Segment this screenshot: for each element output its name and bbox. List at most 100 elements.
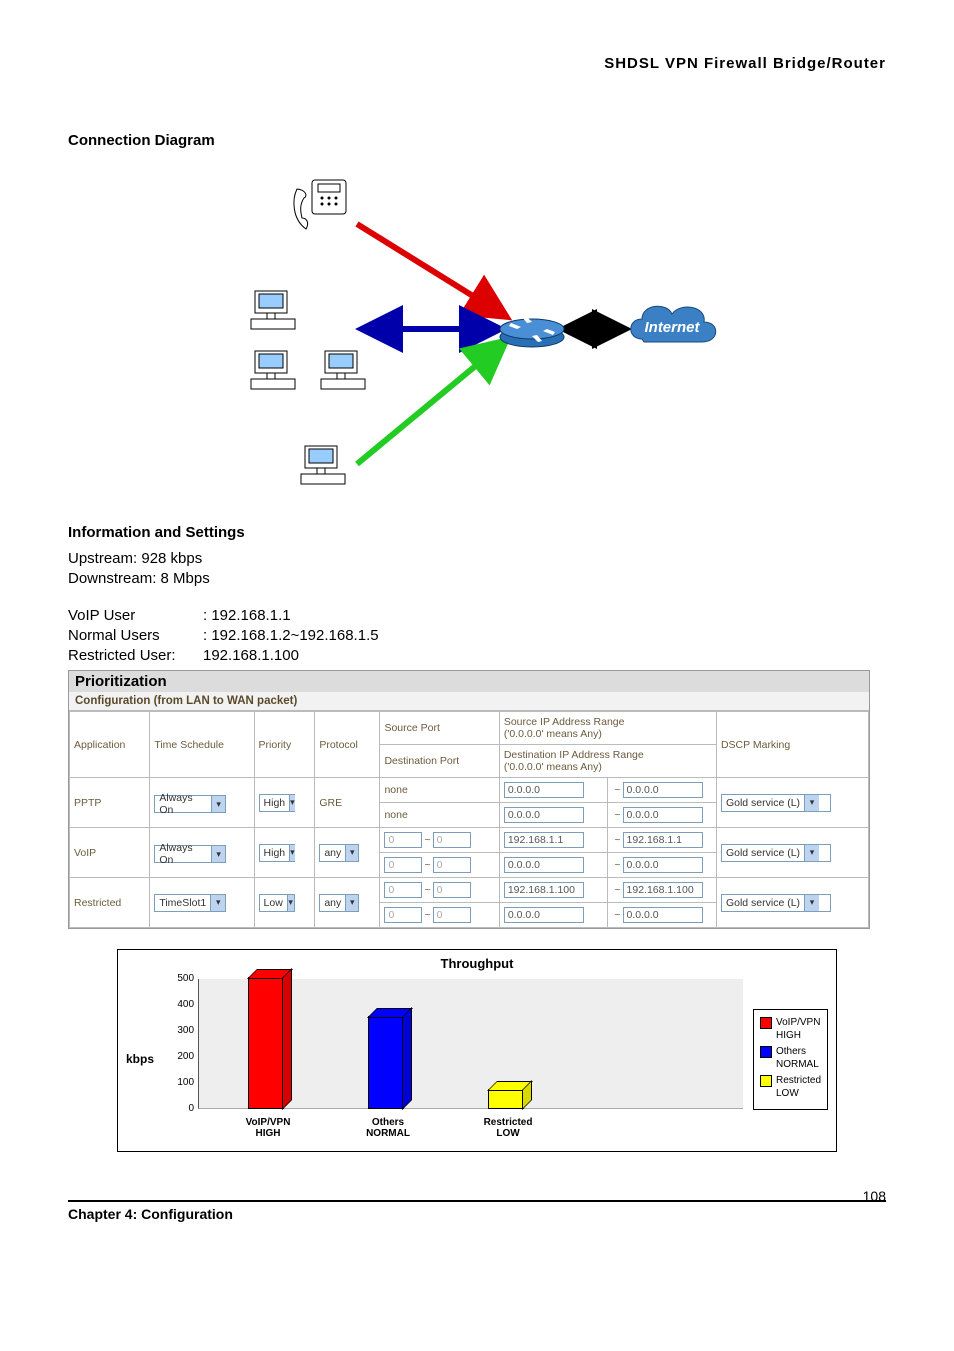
pc-icon xyxy=(247,349,299,397)
internet-cloud: Internet xyxy=(622,294,722,354)
chart-title: Throughput xyxy=(126,956,828,971)
text-input[interactable]: 0 xyxy=(433,882,471,898)
xlabel: OthersNORMAL xyxy=(348,1117,428,1139)
select[interactable]: Gold service (L)▾ xyxy=(721,794,831,812)
restricted-user-label: Restricted User: xyxy=(68,646,203,666)
text-input[interactable]: 0 xyxy=(433,857,471,873)
cell-src-port: 0~0 xyxy=(380,878,499,903)
page-number: 108 xyxy=(863,1188,886,1204)
chevron-down-icon: ▾ xyxy=(211,846,225,862)
xlabel: RestrictedLOW xyxy=(468,1117,548,1139)
voip-user-value: : 192.168.1.1 xyxy=(203,606,291,626)
prioritization-panel: Prioritization Configuration (from LAN t… xyxy=(68,670,870,929)
text-input[interactable]: 0 xyxy=(384,832,422,848)
th-application: Application xyxy=(70,712,150,778)
text-input[interactable]: 192.168.1.1 xyxy=(623,832,703,848)
text-input[interactable]: 0 xyxy=(433,832,471,848)
chevron-down-icon: ▾ xyxy=(804,895,819,911)
select[interactable]: any▾ xyxy=(319,894,359,912)
select[interactable]: TimeSlot1▾ xyxy=(154,894,226,912)
footer-chapter: Chapter 4: Configuration xyxy=(68,1206,233,1222)
ytick: 0 xyxy=(158,1103,194,1114)
text-input[interactable]: 192.168.1.1 xyxy=(504,832,584,848)
connection-diagram: Internet xyxy=(237,164,717,504)
chevron-down-icon: ▾ xyxy=(211,796,225,812)
select[interactable]: Always On▾ xyxy=(154,845,226,863)
text-input[interactable]: 0 xyxy=(384,882,422,898)
throughput-chart: Throughput kbps 0100200300400500VoIP/VPN… xyxy=(117,949,837,1152)
th-src-ip: Source IP Address Range('0.0.0.0' means … xyxy=(499,712,716,745)
select[interactable]: Gold service (L)▾ xyxy=(721,844,831,862)
text-input[interactable]: 192.168.1.100 xyxy=(504,882,584,898)
text-input[interactable]: 0.0.0.0 xyxy=(623,857,703,873)
text-input[interactable]: 0.0.0.0 xyxy=(623,907,703,923)
voip-user-label: VoIP User xyxy=(68,606,203,626)
normal-users-value: : 192.168.1.2~192.168.1.5 xyxy=(203,626,379,646)
doc-header: SHDSL VPN Firewall Bridge/Router xyxy=(68,55,886,72)
text-input[interactable]: 0.0.0.0 xyxy=(504,907,584,923)
ytick: 300 xyxy=(158,1025,194,1036)
th-dscp: DSCP Marking xyxy=(716,712,868,778)
cell-src-port: none xyxy=(380,778,499,803)
router-icon xyxy=(497,309,567,349)
cell-application: Restricted xyxy=(70,878,150,928)
internet-label: Internet xyxy=(644,319,700,336)
legend-item: RestrictedLOW xyxy=(760,1074,821,1101)
chevron-down-icon: ▾ xyxy=(345,845,358,861)
select[interactable]: Low▾ xyxy=(259,894,295,912)
cell-dst-port: 0~0 xyxy=(380,853,499,878)
text-input[interactable]: 0.0.0.0 xyxy=(504,807,584,823)
text-input[interactable]: 0.0.0.0 xyxy=(504,857,584,873)
th-protocol: Protocol xyxy=(315,712,380,778)
legend-item: VoIP/VPNHIGH xyxy=(760,1016,821,1043)
chevron-down-icon: ▾ xyxy=(345,895,358,911)
voip-phone-icon xyxy=(292,174,362,234)
th-priority: Priority xyxy=(254,712,315,778)
cell-src-port: 0~0 xyxy=(380,828,499,853)
bar xyxy=(488,1089,532,1109)
chevron-down-icon: ▾ xyxy=(289,845,295,861)
th-dst-port: Destination Port xyxy=(380,745,499,778)
chevron-down-icon: ▾ xyxy=(289,795,295,811)
th-schedule: Time Schedule xyxy=(150,712,254,778)
cell-dst-port: 0~0 xyxy=(380,903,499,928)
select[interactable]: Always On▾ xyxy=(154,795,226,813)
text-input[interactable]: 0.0.0.0 xyxy=(504,782,584,798)
select[interactable]: Gold service (L)▾ xyxy=(721,894,831,912)
cell-application: VoIP xyxy=(70,828,150,878)
chart-legend: VoIP/VPNHIGHOthersNORMALRestrictedLOW xyxy=(753,1009,828,1110)
text-input[interactable]: 192.168.1.100 xyxy=(623,882,703,898)
section-title-diagram: Connection Diagram xyxy=(68,132,886,149)
panel-subtitle: Configuration (from LAN to WAN packet) xyxy=(69,692,869,711)
downstream-text: Downstream: 8 Mbps xyxy=(68,569,886,589)
select[interactable]: any▾ xyxy=(319,844,359,862)
xlabel: VoIP/VPNHIGH xyxy=(228,1117,308,1139)
ytick: 500 xyxy=(158,973,194,984)
pc-icon xyxy=(317,349,369,397)
chevron-down-icon: ▾ xyxy=(287,895,294,911)
ytick: 400 xyxy=(158,999,194,1010)
panel-title: Prioritization xyxy=(69,671,869,692)
pc-icon xyxy=(297,444,349,492)
text-input[interactable]: 0.0.0.0 xyxy=(623,807,703,823)
ytick: 200 xyxy=(158,1051,194,1062)
select[interactable]: High▾ xyxy=(259,794,295,812)
text-input[interactable]: 0 xyxy=(384,907,422,923)
th-dst-ip: Destination IP Address Range('0.0.0.0' m… xyxy=(499,745,716,778)
pc-icon xyxy=(247,289,299,337)
legend-item: OthersNORMAL xyxy=(760,1045,821,1072)
normal-users-label: Normal Users xyxy=(68,626,203,646)
section-title-info: Information and Settings xyxy=(68,524,886,541)
th-src-port: Source Port xyxy=(380,712,499,745)
restricted-user-value: 192.168.1.100 xyxy=(203,646,299,666)
bar xyxy=(248,977,292,1109)
text-input[interactable]: 0 xyxy=(433,907,471,923)
select[interactable]: High▾ xyxy=(259,844,295,862)
text-input[interactable]: 0.0.0.0 xyxy=(623,782,703,798)
chevron-down-icon: ▾ xyxy=(804,795,819,811)
text-input[interactable]: 0 xyxy=(384,857,422,873)
bar xyxy=(368,1016,412,1109)
chart-ylabel: kbps xyxy=(126,979,158,1139)
cell-dst-port: none xyxy=(380,803,499,828)
upstream-text: Upstream: 928 kbps xyxy=(68,549,886,569)
